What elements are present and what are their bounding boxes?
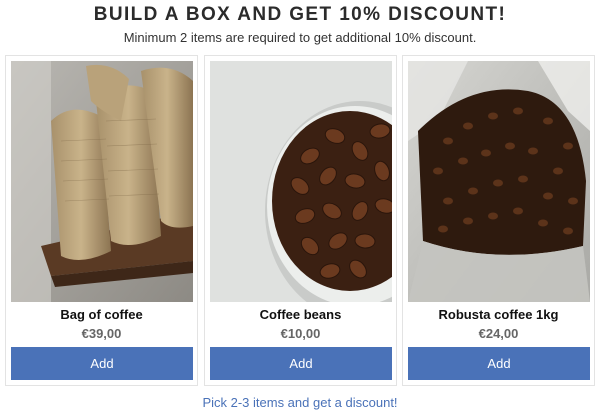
- product-name: Bag of coffee: [60, 307, 143, 322]
- add-button[interactable]: Add: [11, 347, 193, 380]
- product-grid: Bag of coffee €39,00 Add Coffee beans €1…: [5, 55, 595, 386]
- page-subtitle: Minimum 2 items are required to get addi…: [123, 30, 477, 45]
- add-button[interactable]: Add: [210, 347, 392, 380]
- product-price: €10,00: [280, 326, 321, 341]
- product-name: Coffee beans: [259, 307, 342, 322]
- coffee-beans-bag-image[interactable]: [408, 61, 590, 302]
- product-price: €24,00: [478, 326, 519, 341]
- add-button[interactable]: Add: [408, 347, 590, 380]
- burlap-coffee-sacks-image[interactable]: [11, 61, 193, 302]
- discount-hint: Pick 2-3 items and get a discount!: [202, 395, 398, 410]
- product-price: €39,00: [81, 326, 122, 341]
- product-name: Robusta coffee 1kg: [438, 307, 559, 322]
- product-card: Coffee beans €10,00 Add: [204, 55, 397, 386]
- product-card: Robusta coffee 1kg €24,00 Add: [402, 55, 595, 386]
- product-card: Bag of coffee €39,00 Add: [5, 55, 198, 386]
- coffee-beans-bowl-image[interactable]: [210, 61, 392, 302]
- page-title: BUILD A BOX AND GET 10% DISCOUNT!: [93, 4, 507, 25]
